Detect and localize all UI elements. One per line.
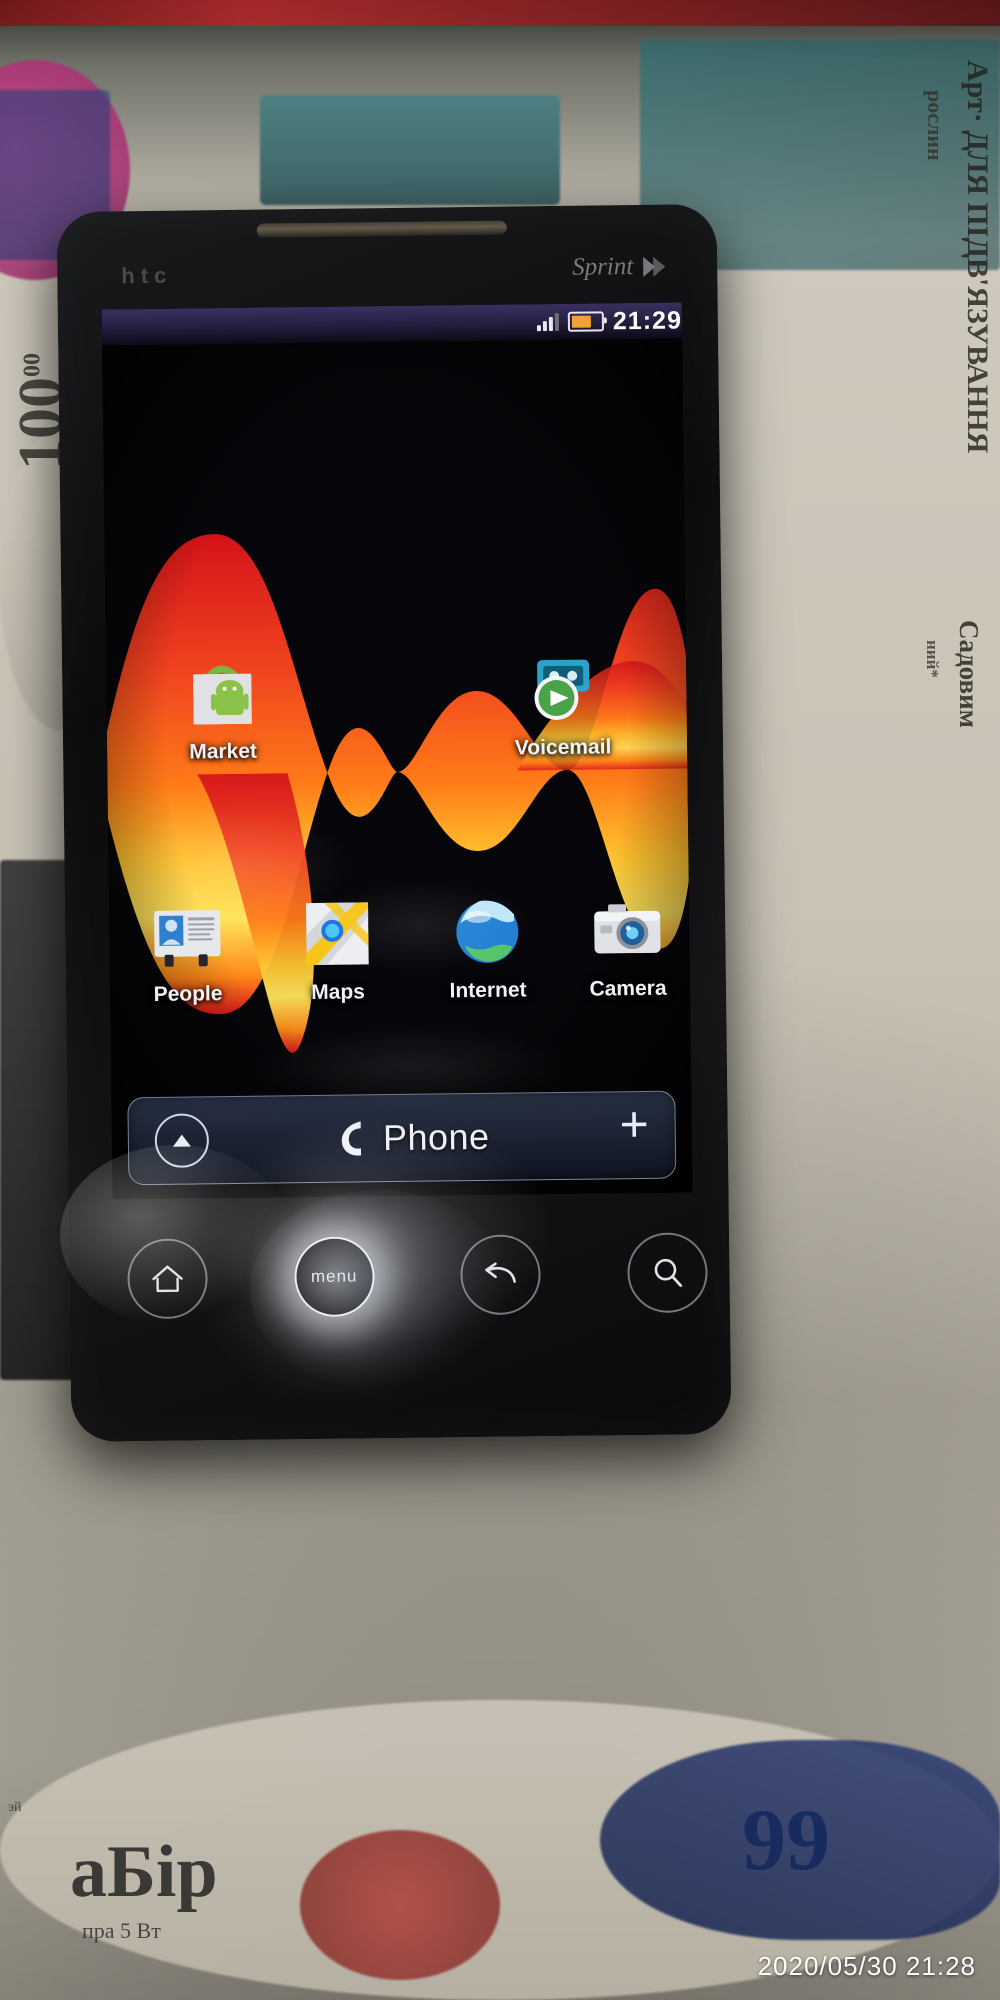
newspaper-text-bottom-left-2: пра 5 Вт [82,1918,161,1943]
search-icon [654,1258,683,1287]
menu-button[interactable]: menu [293,1236,375,1318]
photo-scene: Арт· ДЛЯ ПІДВ'ЯЗУВАННЯ рослин Садовим ни… [0,0,1000,2000]
phone-handset-icon [341,1121,362,1156]
sprint-carrier-logo: Sprint [572,253,667,282]
htc-brand-logo: htc [121,262,173,289]
phone-screen[interactable]: 21:29 Market Voicemail People Maps Inter… [101,302,693,1200]
htc-phone-body: htc Sprint 21:29 Market Voicemail People… [56,204,732,1442]
app-icon-camera[interactable]: Camera [567,890,688,1001]
newspaper-red-banner [0,0,1000,26]
home-screen-icon-grid: Market Voicemail People Maps Internet Ca… [102,302,693,1199]
app-label-market: Market [189,739,258,764]
google-maps-icon [298,894,377,973]
app-icon-internet[interactable]: Internet [427,892,548,1003]
newspaper-text-left-small: эй [8,1800,22,1815]
newspaper-graphic-red-circle [300,1830,500,1980]
back-button[interactable] [460,1234,542,1316]
newspaper-text-right-3: Садовим [954,620,984,729]
sprint-logo-text: Sprint [571,253,634,281]
newspaper-price-99: 99 [742,1792,830,1889]
app-icon-maps[interactable]: Maps [277,894,398,1005]
add-shortcut-button[interactable]: + [619,1096,649,1152]
search-button[interactable] [626,1232,708,1314]
newspaper-text-bottom-left: аБір [70,1831,218,1913]
home-icon [152,1265,183,1293]
hardware-button-row: menu [113,1212,722,1339]
home-button[interactable] [127,1238,209,1320]
app-label-voicemail: Voicemail [514,735,612,760]
newspaper-text-right-4: ний* [923,640,942,678]
app-drawer-up-arrow-icon [172,1134,191,1147]
plus-icon: + [619,1095,650,1153]
photo-timestamp-watermark: 2020/05/30 21:28 [757,1951,976,1981]
app-icon-people[interactable]: People [127,896,248,1007]
newspaper-text-right-2: рослин [923,90,948,161]
app-label-camera: Camera [589,976,667,1001]
newspaper-text-right-1: Арт· ДЛЯ ПІДВ'ЯЗУВАННЯ [961,60,994,454]
newspaper-graphic-teal-top [260,95,560,205]
sprint-chevron-icon [643,256,666,277]
back-arrow-icon [485,1262,517,1283]
globe-browser-icon [448,892,527,971]
app-label-maps: Maps [311,980,366,1005]
camera-icon [588,891,667,970]
earpiece-speaker-grille [256,220,507,238]
menu-button-label: menu [310,1266,358,1287]
dock-phone-shortcut[interactable]: Phone [339,1116,490,1160]
app-icon-voicemail[interactable]: Voicemail [502,649,623,760]
app-label-people: People [153,982,223,1006]
dock-phone-label: Phone [382,1115,490,1159]
app-drawer-button[interactable] [154,1113,210,1168]
voicemail-tape-play-icon [523,649,602,728]
android-market-bag-icon [183,654,262,733]
home-dock-bar: Phone + [127,1090,677,1186]
app-icon-market[interactable]: Market [162,653,283,764]
contact-card-icon [148,896,227,975]
app-label-internet: Internet [449,978,527,1003]
